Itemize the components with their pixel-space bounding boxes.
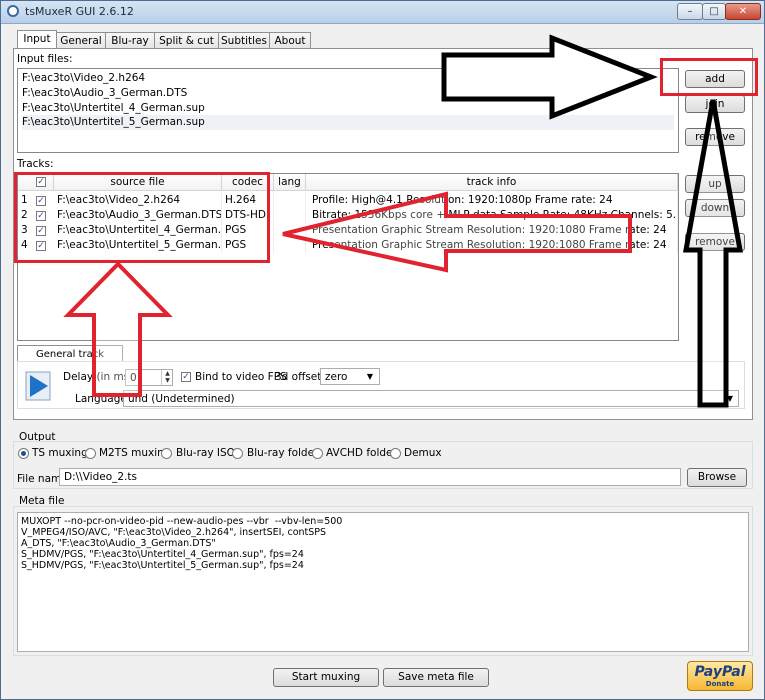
- arrow-left-icon: [282, 191, 632, 273]
- arrow-up-icon: [683, 99, 743, 408]
- arrow-right-icon: [441, 34, 658, 120]
- arrow-up-icon: [63, 261, 173, 397]
- annotation-arrows: [63, 34, 743, 408]
